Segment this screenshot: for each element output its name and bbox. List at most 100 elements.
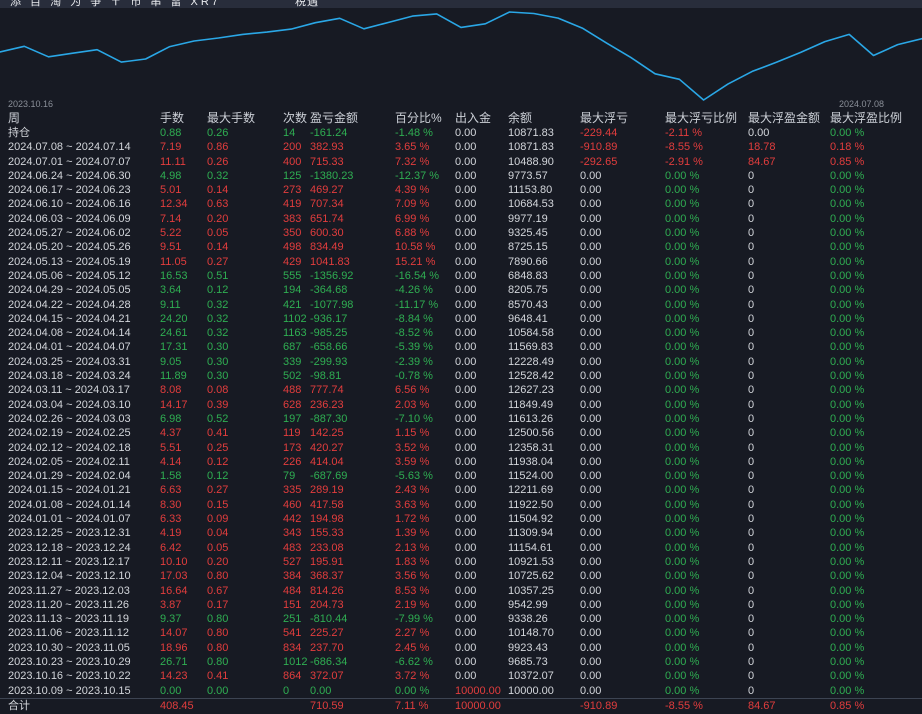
table-row[interactable]: 2023.10.23 ~ 2023.10.29 26.71 0.80 1012 -686… xyxy=(0,655,922,669)
weekly-report-table: 周手数 最大手数 次数 盈亏金额 百分比% 出入金 余额 最大浮亏 最大浮亏比例 最大浮盈金额 最大… xyxy=(0,110,922,712)
value-cell: 1.58 xyxy=(160,470,182,483)
table-row[interactable]: 持仓 0.88 0.26 14 -161.24 -1.48 % 0.00 10871.83 -2… xyxy=(0,126,922,140)
value-cell: 0.08 xyxy=(207,384,229,397)
value-cell: -292.65 xyxy=(580,155,618,168)
value-cell: 233.08 xyxy=(310,541,344,554)
table-row[interactable]: 2023.12.11 ~ 2023.12.17 10.10 0.20 527 195.9… xyxy=(0,555,922,569)
table-row[interactable]: 2024.01.29 ~ 2024.02.04 1.58 0.12 79 -687.69… xyxy=(0,469,922,483)
value-cell: 527 xyxy=(283,555,302,568)
value-cell: 0.00 % xyxy=(830,312,865,325)
value-cell: 382.93 xyxy=(310,141,344,154)
column-header-5[interactable]: 盈亏金额 xyxy=(310,110,395,126)
value-cell: 0.18 % xyxy=(830,141,865,154)
table-row[interactable]: 2024.02.19 ~ 2024.02.25 4.37 0.41 119 142.25… xyxy=(0,426,922,440)
column-header-6[interactable]: 百分比% xyxy=(395,110,455,126)
column-header-12[interactable]: 最大浮盈比例 xyxy=(830,110,914,126)
table-row[interactable]: 2023.12.04 ~ 2023.12.10 17.03 0.80 384 368.3… xyxy=(0,569,922,583)
column-header-2[interactable]: 手数 xyxy=(160,110,207,126)
value-cell: 0.00 xyxy=(455,141,477,154)
table-row[interactable]: 2024.03.25 ~ 2024.03.31 9.05 0.30 339 -299.9… xyxy=(0,355,922,369)
value-cell: 0.00 % xyxy=(830,627,865,640)
value-cell: 0.00 % xyxy=(830,427,865,440)
value-cell: 14.17 xyxy=(160,398,188,411)
table-row[interactable]: 2024.02.05 ~ 2024.02.11 4.14 0.12 226 414.04… xyxy=(0,455,922,469)
value-cell: 155.33 xyxy=(310,527,344,540)
value-cell: 0.00 xyxy=(455,670,477,683)
table-row[interactable]: 2023.12.18 ~ 2023.12.24 6.42 0.05 483 233.08… xyxy=(0,541,922,555)
value-cell: 5.01 xyxy=(160,184,182,197)
table-row[interactable]: 2024.03.18 ~ 2024.03.24 11.89 0.30 502 -98.8… xyxy=(0,369,922,383)
table-row[interactable]: 2024.05.06 ~ 2024.05.12 16.53 0.51 555 -1356… xyxy=(0,269,922,283)
table-row[interactable]: 2023.11.27 ~ 2023.12.03 16.64 0.67 484 814.2… xyxy=(0,584,922,598)
column-header-11[interactable]: 最大浮盈金额 xyxy=(748,110,830,126)
table-row[interactable]: 2024.04.29 ~ 2024.05.05 3.64 0.12 194 -364.6… xyxy=(0,283,922,297)
value-cell: 11.05 xyxy=(160,255,187,268)
table-row[interactable]: 2024.07.01 ~ 2024.07.07 11.11 0.26 400 715.3… xyxy=(0,155,922,169)
table-row[interactable]: 2024.02.12 ~ 2024.02.18 5.51 0.25 173 420.27… xyxy=(0,441,922,455)
table-row[interactable]: 2023.11.20 ~ 2023.11.26 3.87 0.17 151 204.73… xyxy=(0,598,922,612)
period-cell: 2024.06.24 ~ 2024.06.30 xyxy=(8,169,131,182)
table-row[interactable]: 2024.02.26 ~ 2024.03.03 6.98 0.52 197 -887.3… xyxy=(0,412,922,426)
table-row[interactable]: 2024.04.01 ~ 2024.04.07 17.31 0.30 687 -658.… xyxy=(0,340,922,354)
toolbar-left-buttons[interactable]: 添 目 淘 为 争 〒 市 串 雷 XR7 xyxy=(10,0,221,8)
column-header-10[interactable]: 最大浮亏比例 xyxy=(665,110,748,126)
table-row[interactable]: 2024.03.04 ~ 2024.03.10 14.17 0.39 628 236.2… xyxy=(0,398,922,412)
value-cell: 0.00 % xyxy=(665,655,700,668)
value-cell: 0 xyxy=(748,570,755,583)
value-cell: 0 xyxy=(748,184,755,197)
table-row[interactable]: 2024.01.08 ~ 2024.01.14 8.30 0.15 460 417.58… xyxy=(0,498,922,512)
table-row[interactable]: 2024.01.01 ~ 2024.01.07 6.33 0.09 442 194.98… xyxy=(0,512,922,526)
table-row[interactable]: 2024.01.15 ~ 2024.01.21 6.63 0.27 335 289.19… xyxy=(0,483,922,497)
value-cell: -12.37 % xyxy=(395,169,440,182)
value-cell: 0.00 xyxy=(580,355,602,368)
table-row[interactable]: 2024.05.13 ~ 2024.05.19 11.05 0.27 429 1041.… xyxy=(0,255,922,269)
table-row[interactable]: 2024.05.27 ~ 2024.06.02 5.22 0.05 350 600.30… xyxy=(0,226,922,240)
toolbar-center-buttons[interactable]: 税遇 xyxy=(295,0,319,8)
table-row[interactable]: 2024.04.22 ~ 2024.04.28 9.11 0.32 421 -1077.… xyxy=(0,298,922,312)
value-cell: 0.00 xyxy=(455,184,477,197)
value-cell: 0.00 xyxy=(580,670,602,683)
table-row[interactable]: 2024.06.10 ~ 2024.06.16 12.34 0.63 419 707.3… xyxy=(0,197,922,211)
value-cell: 0.00 xyxy=(455,155,477,168)
toolbar[interactable]: 添 目 淘 为 争 〒 市 串 雷 XR7 税遇 xyxy=(0,0,922,8)
table-row[interactable]: 2023.12.25 ~ 2023.12.31 4.19 0.04 343 155.33… xyxy=(0,526,922,540)
value-cell: 6.88 % xyxy=(395,227,430,240)
table-row[interactable]: 2024.04.08 ~ 2024.04.14 24.61 0.32 1163 -985… xyxy=(0,326,922,340)
table-row[interactable]: 2024.06.03 ~ 2024.06.09 7.14 0.20 383 651.74… xyxy=(0,212,922,226)
table-row[interactable]: 2024.06.24 ~ 2024.06.30 4.98 0.32 125 -1380.… xyxy=(0,169,922,183)
value-cell: 339 xyxy=(283,355,302,368)
value-cell: 4.39 % xyxy=(395,184,430,197)
table-row[interactable]: 2024.04.15 ~ 2024.04.21 24.20 0.32 1102 -936… xyxy=(0,312,922,326)
value-cell: 11938.04 xyxy=(508,455,554,468)
table-row[interactable]: 2024.07.08 ~ 2024.07.14 7.19 0.86 200 382.93… xyxy=(0,140,922,154)
table-row[interactable]: 2024.03.11 ~ 2024.03.17 8.08 0.08 488 777.74… xyxy=(0,383,922,397)
column-header-4[interactable]: 次数 xyxy=(283,110,310,126)
column-header-9[interactable]: 最大浮亏 xyxy=(580,110,665,126)
table-row[interactable]: 2023.11.13 ~ 2023.11.19 9.37 0.80 251 -810.4… xyxy=(0,612,922,626)
value-cell: 0 xyxy=(748,269,755,282)
equity-curve-chart[interactable]: 2023.10.16 2024.07.08 xyxy=(0,8,922,110)
value-cell: 10357.25 xyxy=(508,584,554,597)
value-cell: -687.69 xyxy=(310,470,348,483)
table-row[interactable]: 2023.10.30 ~ 2023.11.05 18.96 0.80 834 237.7… xyxy=(0,641,922,655)
table-row[interactable]: 2024.06.17 ~ 2024.06.23 5.01 0.14 273 469.27… xyxy=(0,183,922,197)
value-cell: 0.00 xyxy=(455,412,477,425)
value-cell: 9542.99 xyxy=(508,598,548,611)
table-row[interactable]: 2023.11.06 ~ 2023.11.12 14.07 0.80 541 225.2… xyxy=(0,626,922,640)
column-header-7[interactable]: 出入金 xyxy=(455,110,508,126)
value-cell: 10.10 xyxy=(160,555,188,568)
table-row[interactable]: 2023.10.16 ~ 2023.10.22 14.23 0.41 864 372.0… xyxy=(0,669,922,683)
value-cell: 0 xyxy=(748,398,755,411)
column-header-8[interactable]: 余额 xyxy=(508,110,580,126)
value-cell: 24.61 xyxy=(160,327,188,340)
value-cell: 3.72 % xyxy=(395,670,430,683)
value-cell: 0.00 % xyxy=(665,370,700,383)
value-cell: 2.03 % xyxy=(395,398,430,411)
value-cell: 0 xyxy=(748,584,755,597)
table-row[interactable]: 2023.10.09 ~ 2023.10.15 0.00 0.00 0 0.00 0.00… xyxy=(0,684,922,698)
column-header-1[interactable]: 周 xyxy=(8,110,160,126)
value-cell: 0.00 % xyxy=(830,198,865,211)
table-row[interactable]: 2024.05.20 ~ 2024.05.26 9.51 0.14 498 834.49… xyxy=(0,240,922,254)
value-cell: -161.24 xyxy=(310,127,348,139)
column-header-3[interactable]: 最大手数 xyxy=(207,110,283,126)
